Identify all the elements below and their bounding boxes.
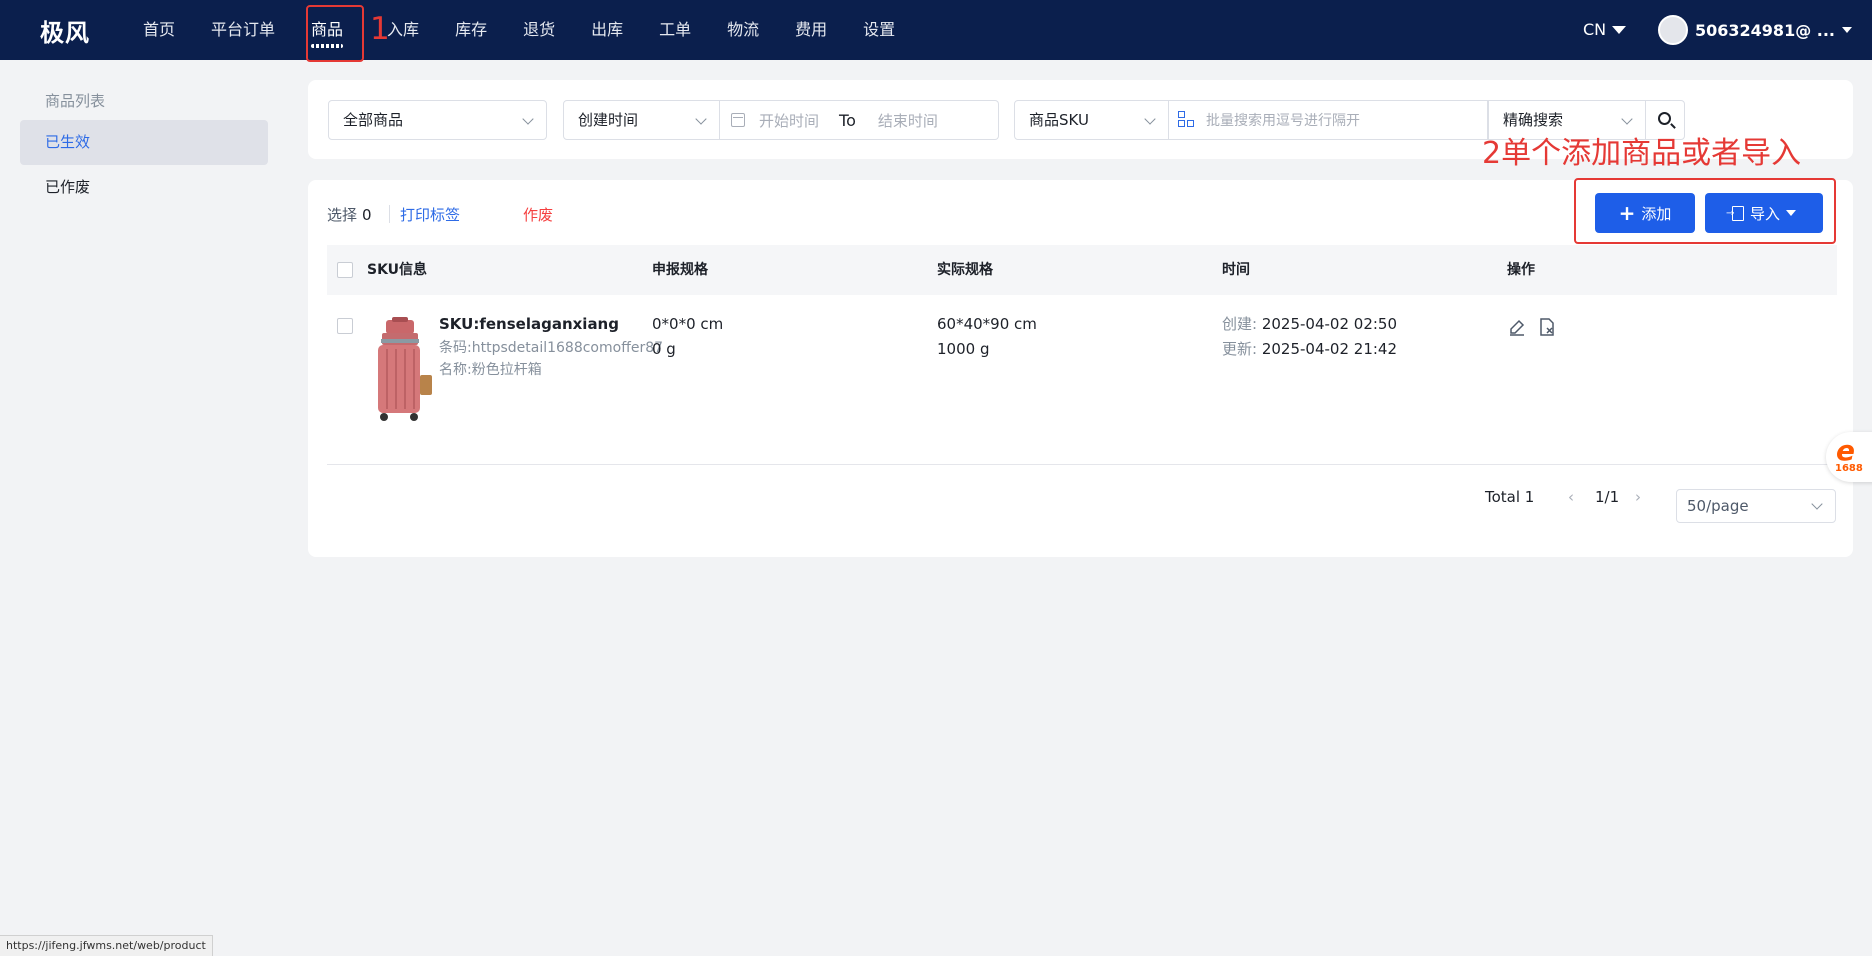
nav-item-home[interactable]: 首页 (125, 0, 193, 60)
column-header-sku: SKU信息 (367, 262, 428, 278)
prev-page-icon[interactable]: ‹ (1568, 488, 1574, 506)
nav-item-outbound[interactable]: 出库 (573, 0, 641, 60)
user-menu[interactable]: 506324981@ ... (1658, 0, 1852, 60)
start-date-input[interactable]: 开始时间 (759, 110, 819, 131)
search-icon (1658, 112, 1671, 125)
bulk-search-placeholder: 批量搜索用逗号进行隔开 (1206, 113, 1360, 129)
annotation-step-1: 1 (370, 11, 390, 47)
declared-spec: 0*0*0 cm 0 g (652, 312, 723, 362)
user-account: 506324981@ ... (1695, 20, 1835, 40)
product-name: 名称:粉色拉杆箱 (439, 362, 542, 378)
updated-time: 2025-04-02 21:42 (1261, 340, 1398, 358)
calendar-icon (731, 113, 745, 127)
row-checkbox[interactable] (337, 318, 353, 334)
search-field-select[interactable]: 商品SKU (1014, 100, 1169, 140)
main-nav: 首页 平台订单 商品 入库 库存 退货 出库 工单 物流 费用 设置 (125, 0, 913, 60)
avatar (1658, 15, 1688, 45)
chevron-down-icon (695, 113, 707, 125)
product-thumbnail[interactable] (372, 317, 442, 427)
date-range-picker[interactable]: 开始时间 To 结束时间 (719, 100, 999, 140)
selection-label: 选择 (327, 206, 358, 224)
annotation-box-products-nav (306, 5, 364, 62)
print-labels-link[interactable]: 打印标签 (400, 204, 460, 225)
column-header-actual-spec: 实际规格 (937, 262, 993, 278)
column-header-declared-spec: 申报规格 (652, 262, 708, 278)
app-logo[interactable]: 极风 (40, 13, 90, 48)
sku-code[interactable]: SKU:fenselaganxiang (439, 312, 674, 337)
created-time: 2025-04-02 02:50 (1261, 315, 1398, 333)
nav-item-inventory[interactable]: 库存 (437, 0, 505, 60)
actual-size: 60*40*90 cm (937, 315, 1037, 333)
end-date-input[interactable]: 结束时间 (878, 110, 938, 131)
toolbar-divider (389, 205, 390, 223)
search-field-value: 商品SKU (1029, 111, 1089, 129)
chevron-down-icon (522, 113, 534, 125)
actual-weight: 1000 g (937, 340, 990, 358)
nav-item-tickets[interactable]: 工单 (641, 0, 709, 60)
nav-item-logistics[interactable]: 物流 (709, 0, 777, 60)
time-type-value: 创建时间 (578, 111, 639, 129)
created-label: 创建: (1222, 315, 1258, 333)
selection-count: 选择 0 (327, 204, 372, 225)
category-select[interactable]: 全部商品 (328, 100, 547, 140)
browser-status-url: https://jifeng.jfwms.net/web/product (0, 935, 213, 956)
declared-size: 0*0*0 cm (652, 315, 724, 333)
void-document-icon[interactable] (1537, 317, 1557, 337)
select-all-checkbox[interactable] (337, 262, 353, 278)
table-header: SKU信息 申报规格 实际规格 时间 操作 (327, 245, 1837, 295)
caret-down-icon (1842, 27, 1852, 33)
language-switcher[interactable]: CN (1583, 0, 1627, 60)
next-page-icon[interactable]: › (1635, 488, 1641, 506)
pagination-page: 1/1 (1595, 488, 1620, 506)
top-navigation-bar: 极风 首页 平台订单 商品 入库 库存 退货 出库 工单 物流 费用 设置 CN… (0, 0, 1872, 60)
sidebar-item-voided-products[interactable]: 已作废 (20, 165, 268, 210)
nav-item-platform-orders[interactable]: 平台订单 (193, 0, 293, 60)
sidebar: 商品列表 已生效 已作废 (0, 60, 290, 956)
column-header-time: 时间 (1222, 262, 1250, 278)
bulk-search-input[interactable]: 批量搜索用逗号进行隔开 (1168, 100, 1488, 140)
void-link[interactable]: 作废 (523, 204, 553, 225)
chevron-down-icon (1144, 113, 1156, 125)
page-size-value: 50/page (1687, 497, 1749, 515)
column-header-actions: 操作 (1507, 262, 1535, 278)
annotation-step-2: 2单个添加商品或者导入 (1482, 136, 1802, 171)
language-label: CN (1583, 20, 1607, 39)
sku-info: SKU:fenselaganxiang 条码:httpsdetail1688co… (439, 312, 674, 381)
time-type-select[interactable]: 创建时间 (563, 100, 720, 140)
time-info: 创建: 2025-04-02 02:50 更新: 2025-04-02 21:4… (1222, 312, 1397, 362)
sidebar-item-active-products[interactable]: 已生效 (20, 120, 268, 165)
caret-down-icon (1612, 26, 1627, 34)
pagination-total: Total 1 (1485, 488, 1535, 506)
selection-count-value: 0 (362, 206, 372, 224)
barcode: 条码:httpsdetail1688comoffer87 (439, 340, 664, 356)
actual-spec: 60*40*90 cm 1000 g (937, 312, 1037, 362)
nav-item-settings[interactable]: 设置 (845, 0, 913, 60)
page-size-select[interactable]: 50/page (1676, 489, 1836, 523)
date-range-separator: To (839, 110, 856, 130)
batch-search-icon (1178, 111, 1196, 129)
declared-weight: 0 g (652, 340, 676, 358)
table-row: SKU:fenselaganxiang 条码:httpsdetail1688co… (327, 295, 1837, 465)
match-mode-value: 精确搜索 (1503, 111, 1564, 129)
nav-item-fees[interactable]: 费用 (777, 0, 845, 60)
edit-icon[interactable] (1507, 317, 1527, 337)
badge-1688-number: 1688 (1835, 463, 1863, 474)
category-select-value: 全部商品 (343, 111, 404, 129)
nav-item-returns[interactable]: 退货 (505, 0, 573, 60)
chevron-down-icon (1811, 498, 1823, 510)
annotation-box-add-import (1574, 178, 1836, 244)
sidebar-title: 商品列表 (45, 92, 106, 110)
chevron-down-icon (1621, 113, 1633, 125)
badge-1688[interactable]: e 1688 (1826, 432, 1872, 482)
updated-label: 更新: (1222, 340, 1258, 358)
